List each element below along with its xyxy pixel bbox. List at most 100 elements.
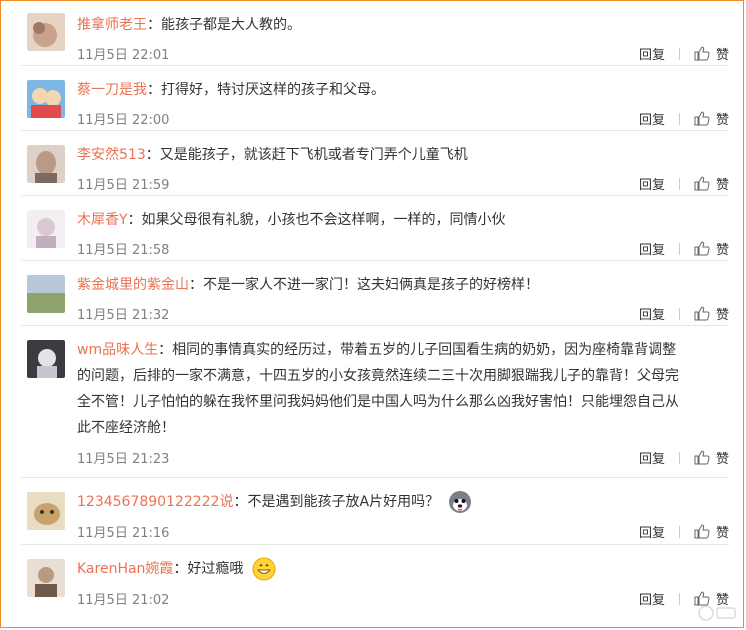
like-button[interactable]: 赞	[694, 239, 729, 258]
comment-text: ：不是遇到能孩子放A片好用吗？	[233, 494, 440, 510]
username-link[interactable]: 李安然513	[77, 147, 146, 163]
action-divider	[678, 242, 680, 255]
action-divider	[678, 47, 680, 60]
grinning-face-emoji	[252, 557, 276, 581]
comment-item: 蔡一刀是我：打得好，特讨厌这样的孩子和父母。 11月5日 22:00 回复 赞	[21, 66, 729, 131]
like-button[interactable]: 赞	[694, 174, 729, 193]
like-button[interactable]: 赞	[694, 522, 729, 541]
comment-panel: 推拿师老王：能孩子都是大人教的。 11月5日 22:01 回复 赞 蔡一刀是我：…	[0, 0, 744, 628]
comment-list: 推拿师老王：能孩子都是大人教的。 11月5日 22:01 回复 赞 蔡一刀是我：…	[21, 1, 729, 613]
comment-actions: 回复 赞	[639, 109, 729, 128]
comment-time: 11月5日 21:23	[77, 452, 170, 467]
comment-item: wm品味人生：相同的事情真实的经历过，带着五岁的儿子回国看生病的奶奶，因为座椅靠…	[21, 326, 729, 478]
username-link[interactable]: 1234567890122222说	[77, 494, 234, 510]
comment-text-line: 1234567890122222说：不是遇到能孩子放A片好用吗？	[77, 489, 719, 515]
comment-item: 推拿师老王：能孩子都是大人教的。 11月5日 22:01 回复 赞	[21, 1, 729, 66]
thumbs-up-icon	[694, 241, 710, 256]
comment-meta: 11月5日 21:32 回复 赞	[77, 304, 729, 323]
like-button[interactable]: 赞	[694, 109, 729, 128]
comment-item: KarenHan婉霞：好过瘾哦 11月5日 21:02 回复 赞	[21, 545, 729, 613]
comment-content: 推拿师老王：能孩子都是大人教的。	[77, 12, 719, 38]
watermark-logo	[698, 605, 736, 621]
avatar[interactable]	[27, 13, 65, 51]
reply-button[interactable]: 回复	[639, 304, 665, 323]
comment-meta: 11月5日 21:16 回复 赞	[77, 522, 729, 541]
avatar-image	[27, 492, 65, 530]
avatar-image	[27, 559, 65, 597]
comment-time: 11月5日 21:59	[77, 178, 170, 193]
username-link[interactable]: 推拿师老王	[77, 17, 147, 33]
username-link[interactable]: 蔡一刀是我	[77, 82, 147, 98]
comment-content: 1234567890122222说：不是遇到能孩子放A片好用吗？	[77, 489, 719, 515]
like-button[interactable]: 赞	[694, 304, 729, 323]
comment-time: 11月5日 21:58	[77, 243, 170, 258]
avatar[interactable]	[27, 275, 65, 313]
thumbs-up-icon	[694, 450, 710, 465]
comment-text-line: 木犀香Y：如果父母很有礼貌，小孩也不会这样啊，一样的，同情小伙	[77, 207, 719, 233]
like-label: 赞	[715, 48, 729, 63]
comment-time: 11月5日 22:01	[77, 48, 170, 63]
like-label: 赞	[715, 452, 729, 467]
action-divider	[678, 451, 680, 464]
like-button[interactable]: 赞	[694, 44, 729, 63]
comment-text-line: 推拿师老王：能孩子都是大人教的。	[77, 12, 719, 38]
username-link[interactable]: 木犀香Y	[77, 212, 128, 228]
action-divider	[678, 177, 680, 190]
action-divider	[678, 525, 680, 538]
comment-content: KarenHan婉霞：好过瘾哦	[77, 556, 719, 582]
comment-item: 1234567890122222说：不是遇到能孩子放A片好用吗？ 11月5日 2…	[21, 478, 729, 545]
avatar[interactable]	[27, 145, 65, 183]
avatar[interactable]	[27, 80, 65, 118]
comment-meta: 11月5日 21:23 回复 赞	[77, 448, 729, 467]
reply-button[interactable]: 回复	[639, 109, 665, 128]
comment-text-line: 蔡一刀是我：打得好，特讨厌这样的孩子和父母。	[77, 77, 719, 103]
avatar-image	[27, 13, 65, 51]
comment-item: 木犀香Y：如果父母很有礼貌，小孩也不会这样啊，一样的，同情小伙 11月5日 21…	[21, 196, 729, 261]
comment-actions: 回复 赞	[639, 174, 729, 193]
comment-content: 蔡一刀是我：打得好，特讨厌这样的孩子和父母。	[77, 77, 719, 103]
thumbs-up-icon	[694, 306, 710, 321]
comment-text-line: wm品味人生：相同的事情真实的经历过，带着五岁的儿子回国看生病的奶奶，因为座椅靠…	[77, 337, 719, 363]
like-label: 赞	[715, 243, 729, 258]
comment-text: ：不是一家人不进一家门！这夫妇俩真是孩子的好榜样！	[189, 277, 539, 293]
avatar-image	[27, 80, 65, 118]
comment-text-line: 紫金城里的紫金山：不是一家人不进一家门！这夫妇俩真是孩子的好榜样！	[77, 272, 719, 298]
thumbs-up-icon	[694, 111, 710, 126]
username-link[interactable]: wm品味人生	[77, 342, 158, 358]
avatar[interactable]	[27, 559, 65, 597]
comment-actions: 回复 赞	[639, 522, 729, 541]
comment-text-line: 此不座经济舱！	[77, 420, 175, 436]
reply-button[interactable]: 回复	[639, 174, 665, 193]
comment-text: ：能孩子都是大人教的。	[147, 17, 301, 33]
comment-text: ：又是能孩子，就该赶下飞机或者专门弄个儿童飞机	[145, 147, 468, 163]
like-label: 赞	[715, 308, 729, 323]
comment-text-line: 的问题，后排的一家不满意，十四五岁的小女孩竟然连续二三十次用脚狠踹我儿子的靠背！…	[77, 368, 679, 384]
avatar-image	[27, 210, 65, 248]
like-label: 赞	[715, 113, 729, 128]
reply-button[interactable]: 回复	[639, 589, 665, 608]
comment-actions: 回复 赞	[639, 239, 729, 258]
comment-text: ：相同的事情真实的经历过，带着五岁的儿子回国看生病的奶奶，因为座椅靠背调整	[158, 342, 677, 358]
thumbs-up-icon	[694, 46, 710, 61]
avatar[interactable]	[27, 340, 65, 378]
thumbs-up-icon	[694, 176, 710, 191]
reply-button[interactable]: 回复	[639, 522, 665, 541]
comment-content: wm品味人生：相同的事情真实的经历过，带着五岁的儿子回国看生病的奶奶，因为座椅靠…	[77, 337, 719, 441]
comment-actions: 回复 赞	[639, 448, 729, 467]
avatar-image	[27, 340, 65, 378]
avatar[interactable]	[27, 492, 65, 530]
action-divider	[678, 307, 680, 320]
comment-text-line: 李安然513：又是能孩子，就该赶下飞机或者专门弄个儿童飞机	[77, 142, 719, 168]
comment-time: 11月5日 22:00	[77, 113, 170, 128]
like-button[interactable]: 赞	[694, 448, 729, 467]
avatar[interactable]	[27, 210, 65, 248]
like-label: 赞	[715, 526, 729, 541]
comment-actions: 回复 赞	[639, 44, 729, 63]
reply-button[interactable]: 回复	[639, 239, 665, 258]
username-link[interactable]: 紫金城里的紫金山	[77, 277, 189, 293]
reply-button[interactable]: 回复	[639, 44, 665, 63]
reply-button[interactable]: 回复	[639, 448, 665, 467]
comment-text: ：好过瘾哦	[173, 561, 244, 577]
username-link[interactable]: KarenHan婉霞	[77, 561, 173, 577]
comment-meta: 11月5日 21:59 回复 赞	[77, 174, 729, 193]
